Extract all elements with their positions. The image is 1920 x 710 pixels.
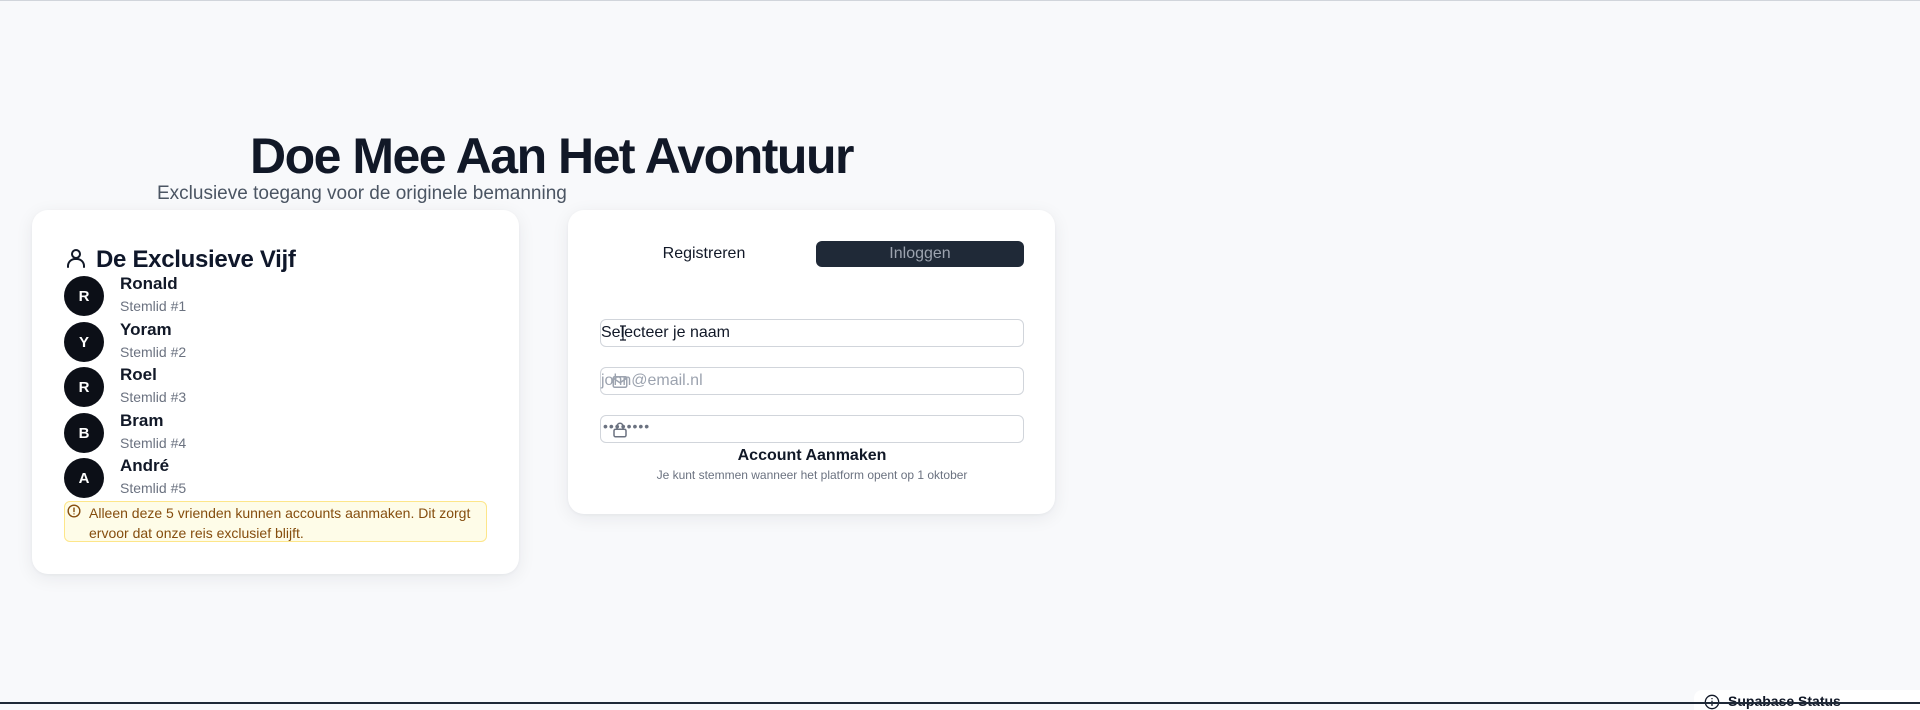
avatar: A: [64, 458, 104, 498]
create-account-button[interactable]: Account Aanmaken: [600, 443, 1024, 469]
voting-hint: Je kunt stemmen wanneer het platform ope…: [656, 468, 968, 482]
mail-icon: [612, 376, 628, 388]
member-name: Roel: [120, 365, 157, 384]
avatar: R: [64, 367, 104, 407]
member-item: R Ronald Stemlid #1: [64, 274, 464, 320]
member-role: Stemlid #2: [120, 344, 187, 360]
member-name: André: [120, 456, 170, 475]
avatar: R: [64, 276, 104, 316]
text-cursor-icon: [620, 325, 626, 341]
password-field[interactable]: ••••••••: [600, 415, 1024, 443]
user-icon: [64, 246, 88, 275]
tab-register[interactable]: Registreren: [600, 241, 808, 267]
member-name: Yoram: [120, 320, 172, 339]
alert-circle-icon: [67, 504, 81, 518]
member-item: R Roel Stemlid #3: [64, 365, 464, 411]
avatar: B: [64, 413, 104, 453]
page-subtitle: Exclusieve toegang voor de originele bem…: [157, 183, 567, 204]
member-role: Stemlid #3: [120, 389, 187, 405]
supabase-status-button[interactable]: Supabase Status: [1694, 690, 1920, 710]
tab-login[interactable]: Inloggen: [816, 241, 1024, 267]
member-item: A André Stemlid #5: [64, 456, 464, 502]
member-name: Bram: [120, 411, 164, 430]
top-border: [0, 0, 1920, 1]
members-card-title: De Exclusieve Vijf: [96, 246, 296, 273]
members-card-header: De Exclusieve Vijf: [64, 242, 296, 278]
member-name: Ronald: [120, 274, 178, 293]
lock-icon: [613, 422, 627, 438]
members-card: De Exclusieve Vijf R Ronald Stemlid #1 Y…: [32, 210, 519, 574]
notice-text: Alleen deze 5 vrienden kunnen accounts a…: [89, 505, 471, 541]
exclusivity-notice: Alleen deze 5 vrienden kunnen accounts a…: [64, 501, 487, 542]
auth-card: Registreren Inloggen Selecteer je naam j…: [568, 210, 1055, 514]
name-select[interactable]: Selecteer je naam: [600, 319, 1024, 347]
member-item: Y Yoram Stemlid #2: [64, 320, 464, 366]
status-label: Supabase Status: [1728, 693, 1841, 709]
email-field[interactable]: john@email.nl: [600, 367, 1024, 395]
member-role: Stemlid #1: [120, 298, 187, 314]
member-role: Stemlid #4: [120, 435, 187, 451]
member-item: B Bram Stemlid #4: [64, 411, 464, 457]
avatar: Y: [64, 322, 104, 362]
member-role: Stemlid #5: [120, 480, 187, 496]
page-title: Doe Mee Aan Het Avontuur: [250, 128, 854, 184]
